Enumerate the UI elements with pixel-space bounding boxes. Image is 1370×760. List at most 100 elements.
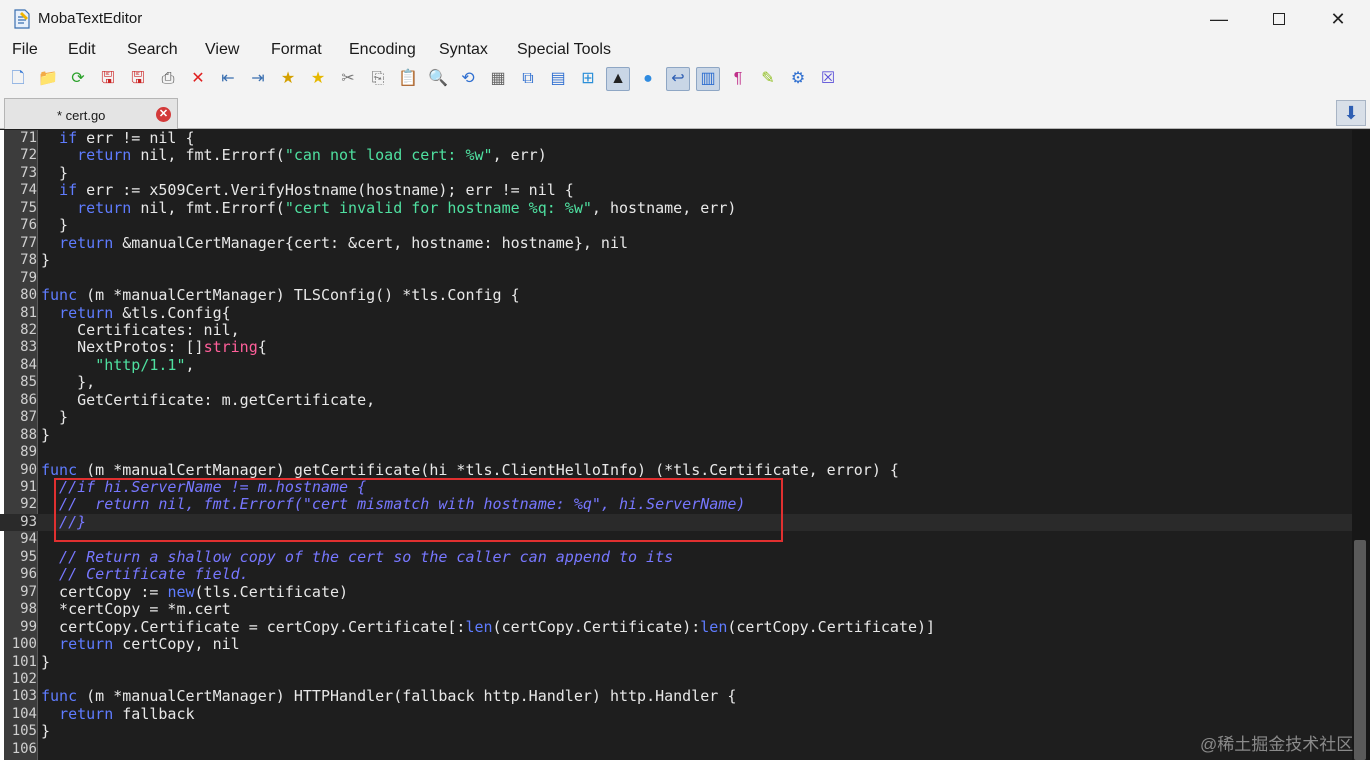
pilcrow-icon[interactable]: ¶ — [726, 67, 750, 91]
code-line[interactable]: 104 return fallback — [0, 704, 1352, 723]
bookmark-next-icon[interactable]: ★ — [306, 67, 330, 91]
vertical-scrollbar[interactable] — [1352, 130, 1370, 760]
word-wrap-icon[interactable]: ↩ — [666, 67, 690, 91]
tab-label: * cert.go — [57, 108, 106, 123]
code-line[interactable]: 82 Certificates: nil, — [0, 321, 1352, 339]
code-line[interactable]: 95 // Return a shallow copy of the cert … — [0, 547, 1352, 566]
tab-list-button[interactable]: ⬇ — [1336, 100, 1366, 126]
code-line[interactable]: 76 } — [0, 217, 1352, 234]
indent-icon[interactable]: ⇥ — [246, 67, 270, 91]
code-token: return — [59, 303, 114, 322]
paste-icon[interactable]: 📋 — [396, 67, 420, 91]
split-view-icon[interactable]: ▤ — [546, 67, 570, 91]
outdent-icon[interactable]: ⇤ — [216, 67, 240, 91]
code-token: return — [59, 704, 114, 723]
line-number: 78 — [20, 252, 37, 269]
save-icon[interactable]: 🖫 — [96, 67, 120, 91]
column-mode-icon[interactable]: ▥ — [696, 67, 720, 91]
save-all-icon[interactable]: 🖫 — [126, 67, 150, 91]
find-icon[interactable]: 🔍 — [426, 67, 450, 91]
code-line[interactable]: 106 — [0, 741, 1352, 758]
maximize-button[interactable] — [1250, 0, 1308, 38]
delete-icon[interactable]: ✕ — [186, 67, 210, 91]
bookmark-star-icon[interactable]: ★ — [276, 67, 300, 91]
code-line[interactable]: 88} — [0, 426, 1352, 444]
code-line[interactable]: 90 func (m *manualCertManager) getCertifi… — [0, 460, 1352, 479]
code-line[interactable]: 84 "http/1.1", — [0, 355, 1352, 374]
line-number: 104 — [11, 705, 37, 722]
line-number: 98 — [20, 601, 37, 618]
code-token: // Return a shallow copy of the cert so … — [41, 547, 674, 566]
code-token: return — [77, 198, 132, 217]
tab-cert-go[interactable]: * cert.go ✕ — [4, 98, 178, 129]
code-token: err != nil { — [77, 130, 195, 147]
code-line[interactable]: 102 — [0, 671, 1352, 688]
code-line[interactable]: 89 — [0, 444, 1352, 461]
highlight-icon[interactable]: ✎ — [756, 67, 780, 91]
code-line[interactable]: 87 } — [0, 408, 1352, 426]
compare-icon[interactable]: ⧉ — [516, 67, 540, 91]
menu-special-tools[interactable]: Special Tools — [517, 41, 611, 59]
code-line[interactable]: 100 return certCopy, nil — [0, 635, 1352, 653]
code-line[interactable]: 71 if err != nil { — [0, 130, 1352, 147]
minimize-button[interactable]: — — [1190, 0, 1248, 38]
code-line[interactable]: 105} — [0, 723, 1352, 740]
open-folder-icon[interactable]: 📁 — [36, 67, 60, 91]
new-file-icon[interactable]: 🗋 — [6, 67, 30, 91]
menu-view[interactable]: View — [205, 41, 239, 59]
close-window-button[interactable]: ✕ — [1309, 0, 1367, 38]
menu-search[interactable]: Search — [127, 41, 178, 59]
code-token: if — [59, 181, 78, 200]
code-text: } — [41, 426, 50, 444]
code-line[interactable]: 80 func (m *manualCertManager) TLSConfig(… — [0, 286, 1352, 304]
code-line[interactable]: 96 // Certificate field. — [0, 566, 1352, 583]
code-line[interactable]: 83 NextProtos: []string{ — [0, 339, 1352, 356]
windows-eol-icon[interactable]: ⊞ — [576, 67, 600, 91]
copy-icon[interactable]: ⎘ — [366, 67, 390, 91]
code-line[interactable]: 86 GetCertificate: m.getCertificate, — [0, 391, 1352, 409]
menu-syntax[interactable]: Syntax — [439, 41, 488, 59]
menu-encoding[interactable]: Encoding — [349, 41, 416, 59]
linux-eol-icon[interactable]: ▲ — [606, 67, 630, 91]
line-number: 96 — [20, 566, 37, 583]
code-line[interactable]: 72 return nil, fmt.Errorf("can not load … — [0, 147, 1352, 164]
macro-icon[interactable]: ▦ — [486, 67, 510, 91]
code-line[interactable]: 103 func (m *manualCertManager) HTTPHandl… — [0, 688, 1352, 705]
code-line[interactable]: 77 return &manualCertManager{cert: &cert… — [0, 234, 1352, 252]
code-line[interactable]: 79 — [0, 270, 1352, 287]
line-number: 77 — [20, 234, 37, 251]
print-icon[interactable]: ⎙ — [156, 67, 180, 91]
code-line[interactable]: 81 return &tls.Config{ — [0, 303, 1352, 322]
scrollbar-thumb[interactable] — [1354, 540, 1366, 760]
line-number: 82 — [20, 321, 37, 338]
code-line[interactable]: 97 certCopy := new(tls.Certificate) — [0, 583, 1352, 601]
code-line[interactable]: 73 } — [0, 164, 1352, 182]
close-doc-icon[interactable]: ☒ — [816, 67, 840, 91]
code-token: func — [41, 460, 78, 479]
code-line[interactable]: 78} — [0, 251, 1352, 269]
reload-icon[interactable]: ⟳ — [66, 67, 90, 91]
code-editor[interactable]: 71 if err != nil {72 return nil, fmt.Err… — [0, 130, 1370, 760]
code-line[interactable]: 74 if err := x509Cert.VerifyHostname(hos… — [0, 182, 1352, 199]
mac-eol-icon[interactable]: ● — [636, 67, 660, 91]
replace-icon[interactable]: ⟲ — [456, 67, 480, 91]
tab-close-icon[interactable]: ✕ — [156, 107, 171, 122]
cut-icon[interactable]: ✂ — [336, 67, 360, 91]
settings-icon[interactable]: ⚙ — [786, 67, 810, 91]
code-line[interactable]: 99 certCopy.Certificate = certCopy.Certi… — [0, 618, 1352, 636]
menu-edit[interactable]: Edit — [68, 41, 96, 59]
code-line[interactable]: 75 return nil, fmt.Errorf("cert invalid … — [0, 198, 1352, 217]
line-number: 88 — [20, 426, 37, 443]
code-token: , — [185, 355, 195, 374]
line-number: 89 — [20, 444, 37, 461]
code-line[interactable]: 101} — [0, 653, 1352, 671]
code-line[interactable]: 98 *certCopy = *m.cert — [0, 600, 1352, 618]
menu-file[interactable]: File — [12, 41, 38, 59]
code-token: string — [203, 338, 258, 357]
menu-format[interactable]: Format — [271, 41, 322, 59]
code-text: return &tls.Config{ — [41, 303, 231, 322]
code-line[interactable]: 85 }, — [0, 374, 1352, 391]
